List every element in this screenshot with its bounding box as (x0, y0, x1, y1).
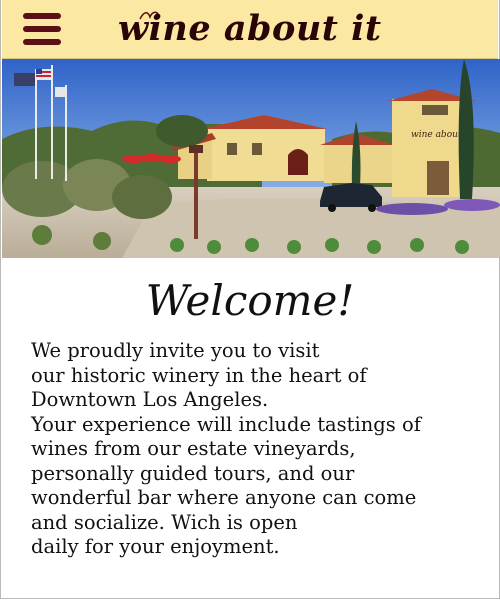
menu-bar (23, 13, 61, 19)
hero-image: wine about it (2, 59, 500, 258)
brand-logo-text[interactable]: wine about it (118, 2, 382, 56)
welcome-paragraph: We proudly invite you to visit our histo… (31, 339, 481, 560)
welcome-line: We proudly invite you to visit (31, 339, 320, 362)
site-header: wine about it (2, 0, 498, 59)
welcome-line: and socialize. Wich is open (31, 510, 298, 534)
welcome-line: wines from our estate vineyards, (31, 437, 356, 460)
welcome-line: daily for your enjoyment. (31, 535, 280, 558)
welcome-line: Downtown Los Angeles. (31, 388, 269, 411)
menu-bar (23, 39, 61, 45)
welcome-line: Your experience will include tastings of (31, 412, 421, 436)
welcome-heading: Welcome! (145, 276, 355, 325)
hamburger-menu-icon[interactable] (23, 13, 61, 45)
welcome-line: wonderful bar where anyone can come (31, 486, 417, 509)
welcome-line: personally guided tours, and our (31, 461, 355, 485)
winery-photo: wine about it (2, 59, 500, 258)
menu-bar (23, 26, 61, 32)
welcome-line: our historic winery in the heart of (31, 363, 367, 387)
